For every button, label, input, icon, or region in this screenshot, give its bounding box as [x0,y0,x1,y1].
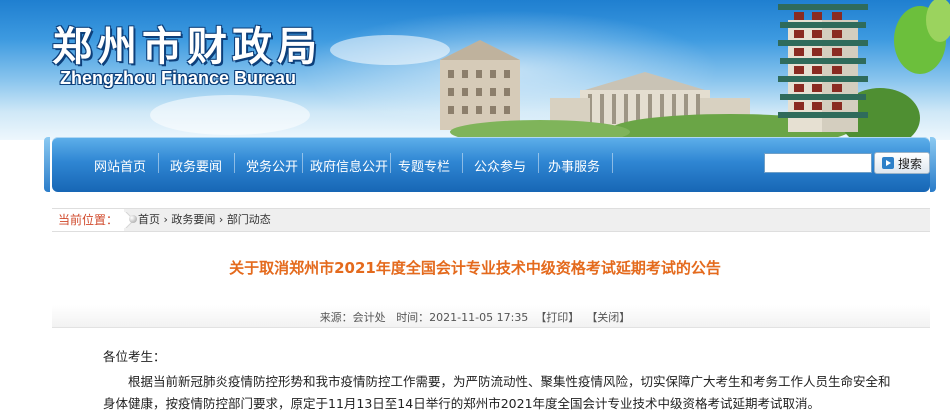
breadcrumb-label: 当前位置： [52,209,124,231]
article-time: 时间：2021-11-05 17:35 [396,311,529,324]
nav-separator [390,153,391,173]
nav-separator [538,153,539,173]
site-subtitle: Zhengzhou Finance Bureau [60,68,297,88]
site-banner: 郑州市财政局 Zhengzhou Finance Bureau [0,0,950,140]
print-link[interactable]: 【打印】 [535,311,579,324]
nav-separator [302,153,303,173]
article-source: 来源：会计处 [319,311,386,324]
breadcrumb-dot-icon [129,215,137,223]
breadcrumb: 当前位置： 首页 › 政务要闻 › 部门动态 [52,208,930,232]
breadcrumb-item-department-news[interactable]: 部门动态 [227,213,271,226]
article-salutation: 各位考生： [103,349,166,364]
nav-services[interactable]: 办事服务 [548,156,600,175]
nav-separator [612,153,613,173]
greenery [450,0,950,140]
breadcrumb-item-home[interactable]: 首页 [138,213,160,226]
close-link[interactable]: 【关闭】 [586,311,630,324]
nav-edge-right [930,137,936,192]
article-meta: 来源：会计处 时间：2021-11-05 17:35 【打印】 【关闭】 [0,309,950,325]
site-title: 郑州市财政局 [52,23,322,70]
banner-landmarks-illustration [440,0,950,140]
search-button-label: 搜索 [897,156,922,171]
search-button[interactable]: 搜索 [874,152,930,174]
nav-separator [158,153,159,173]
cloud [150,95,310,135]
article-paragraph-line: 身体健康，按疫情防控部门要求，原定于11月13日至14日举行的郑州市2021年度… [103,396,821,411]
breadcrumb-separator: › [215,213,227,226]
nav-government-info[interactable]: 政府信息公开 [310,156,388,175]
breadcrumb-separator: › [160,213,172,226]
nav-edge-left [44,137,50,192]
nav-home[interactable]: 网站首页 [94,156,146,175]
nav-special-topics[interactable]: 专题专栏 [398,156,450,175]
article-paragraph-line: 根据当前新冠肺炎疫情防控形势和我市疫情防控工作需要，为严防流动性、聚集性疫情风险… [128,374,891,389]
nav-separator [462,153,463,173]
nav-separator [234,153,235,173]
breadcrumb-path: 首页 › 政务要闻 › 部门动态 [138,209,271,231]
nav-government-news[interactable]: 政务要闻 [170,156,222,175]
search-input[interactable] [764,153,872,173]
apartment-block [440,40,520,130]
nav-party-affairs[interactable]: 党务公开 [246,156,298,175]
arrow-right-icon [881,157,894,169]
main-nav: 网站首页 政务要闻 党务公开 政府信息公开 专题专栏 公众参与 办事服务 搜索 [52,137,930,192]
pagoda-tower [778,4,868,132]
article-title: 关于取消郑州市2021年度全国会计专业技术中级资格考试延期考试的公告 [229,259,721,277]
breadcrumb-item-government-news[interactable]: 政务要闻 [171,213,215,226]
nav-public-participation[interactable]: 公众参与 [474,156,526,175]
